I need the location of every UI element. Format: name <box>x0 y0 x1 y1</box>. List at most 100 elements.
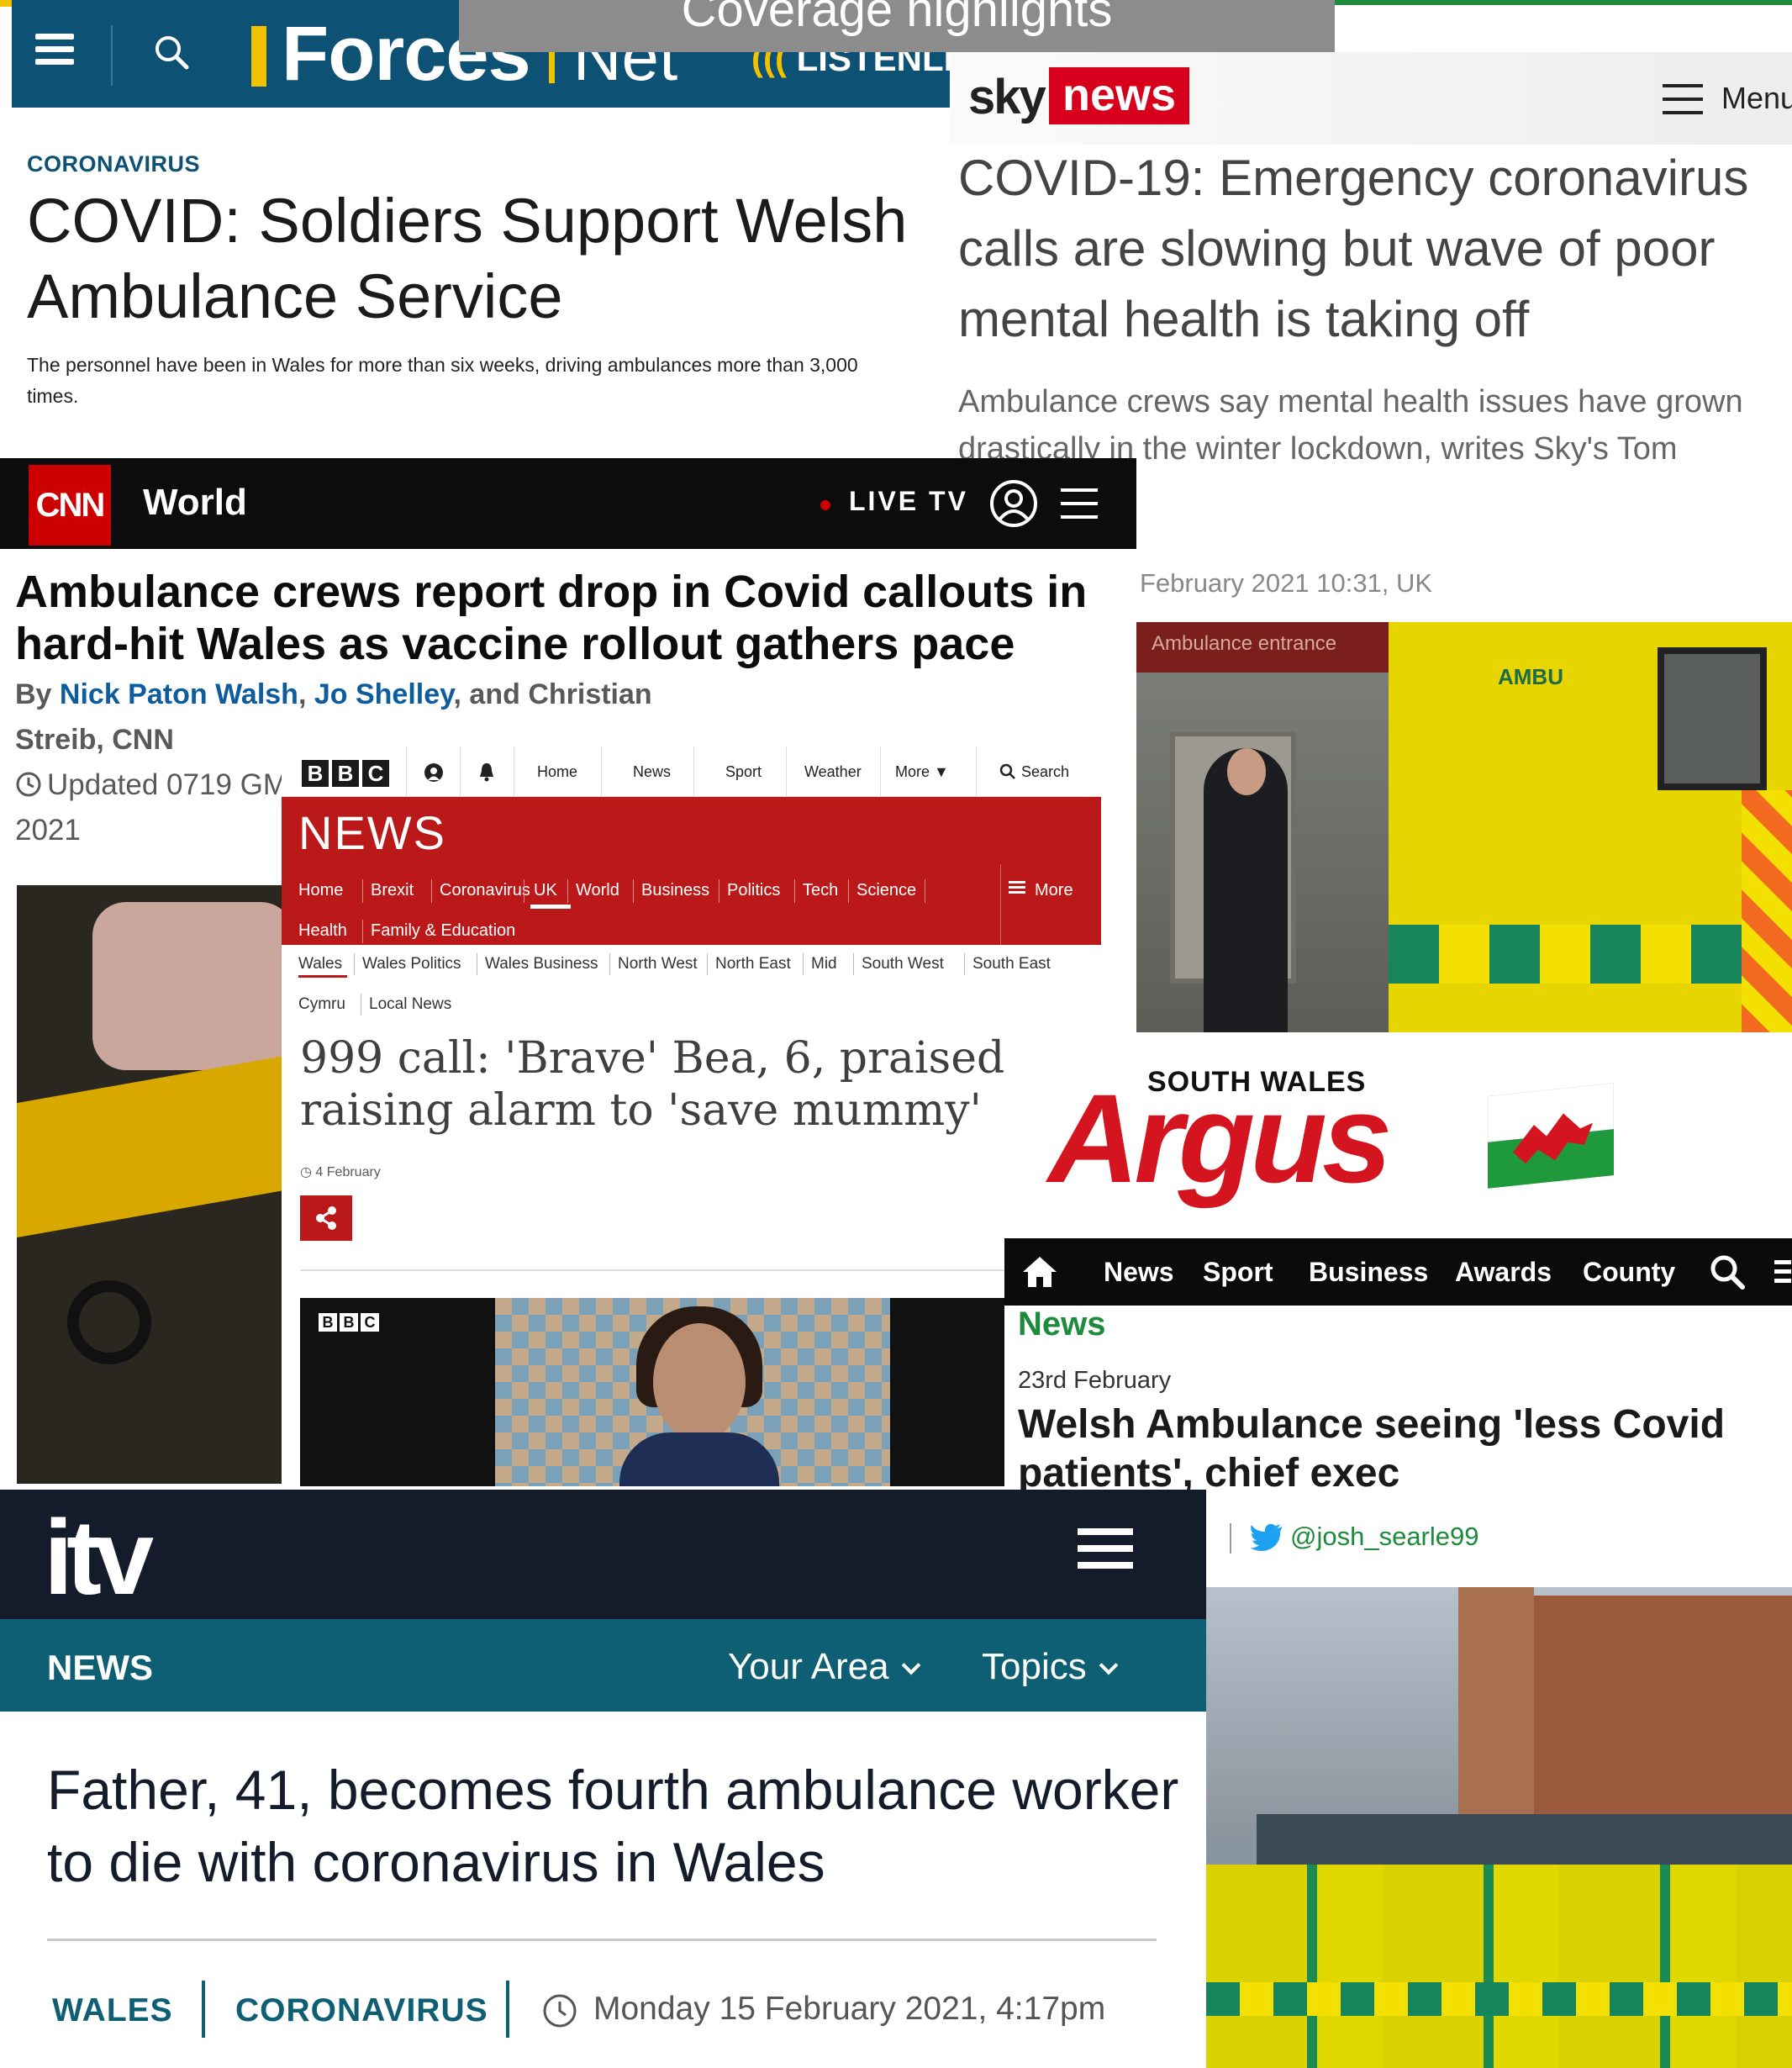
itv-news-label[interactable]: NEWS <box>47 1648 153 1688</box>
article-headline: Father, 41, becomes fourth ambulance wor… <box>47 1759 1179 1893</box>
section-label[interactable]: World <box>143 482 247 524</box>
subnav-world[interactable]: World <box>576 881 619 900</box>
twitter-handle-link[interactable]: @josh_searle99 <box>1290 1522 1479 1552</box>
home-icon[interactable] <box>1021 1255 1058 1289</box>
regional-local-news[interactable]: Local News <box>369 995 451 1014</box>
nav-county[interactable]: County <box>1583 1257 1675 1288</box>
article-headline: COVID-19: Emergency coronavirus calls ar… <box>958 150 1749 347</box>
regional-north-west[interactable]: North West <box>618 955 698 973</box>
stretcher-frame <box>17 1053 294 1238</box>
cnn-logo[interactable]: CNN <box>29 465 111 546</box>
share-icon <box>316 1206 336 1230</box>
nav-business[interactable]: Business <box>1309 1257 1428 1288</box>
ambulance-lettering: AMBU <box>1498 664 1563 689</box>
subnav-business[interactable]: Business <box>641 881 709 900</box>
bbc-news-panel: BBC Home News Sport Weather More ▼ Searc… <box>282 746 1101 1486</box>
account-icon[interactable] <box>423 762 445 783</box>
sky-logo[interactable]: sky <box>968 69 1046 125</box>
bbc-news-title[interactable]: NEWS <box>298 805 446 860</box>
itv-logo[interactable]: itv <box>44 1496 154 1618</box>
bbc-nav-home[interactable]: Home <box>537 763 577 781</box>
subnav-politics[interactable]: Politics <box>727 881 780 900</box>
search-icon[interactable] <box>1709 1253 1746 1290</box>
section-label[interactable]: News <box>1018 1306 1106 1343</box>
subnav-tech[interactable]: Tech <box>803 881 838 900</box>
bbc-nav-news[interactable]: News <box>633 763 671 781</box>
subnav-science[interactable]: Science <box>856 881 916 900</box>
regional-wales[interactable]: Wales <box>298 955 342 973</box>
search-icon[interactable] <box>999 763 1016 780</box>
clock-icon <box>16 772 41 797</box>
user-account-icon[interactable] <box>988 478 1039 529</box>
subnav-health[interactable]: Health <box>298 921 347 941</box>
subnav-uk[interactable]: UK <box>534 881 557 900</box>
cnn-header: CNN World LIVE TV <box>0 458 1136 549</box>
header-divider <box>111 25 113 86</box>
menu-label[interactable]: Menu <box>1721 81 1792 116</box>
subnav-coronavirus[interactable]: Coronavirus <box>440 881 530 900</box>
byline-divider <box>1230 1523 1231 1554</box>
article-kicker[interactable]: CORONAVIRUS <box>27 151 200 177</box>
your-area-dropdown[interactable]: Your Area <box>728 1646 920 1688</box>
forces-net-panel: ForcesNet ((( LISTENLIVE CORONAVIRUS COV… <box>0 0 954 458</box>
battenburg-markings <box>1206 1982 1792 2016</box>
share-button[interactable] <box>300 1195 352 1241</box>
bbc-top-nav: BBC Home News Sport Weather More ▼ Searc… <box>282 746 1101 797</box>
stretcher-wheel <box>67 1280 151 1364</box>
stretcher-photo <box>17 885 294 1484</box>
regional-wales-politics[interactable]: Wales Politics <box>362 955 461 973</box>
notification-bell-icon[interactable] <box>477 762 497 782</box>
hamburger-menu-icon[interactable] <box>1663 84 1703 114</box>
video-player[interactable]: BBC <box>300 1298 1101 1486</box>
search-icon[interactable] <box>153 34 190 71</box>
author-link[interactable]: Nick Paton Walsh <box>60 678 298 710</box>
chevron-markings <box>1742 790 1792 1032</box>
subnav-family-education[interactable]: Family & Education <box>371 921 515 941</box>
canopy-roof <box>1257 1814 1792 1865</box>
article-standfirst: The personnel have been in Wales for mor… <box>27 354 858 407</box>
bbc-video-logo: BBC <box>319 1313 379 1332</box>
nav-news[interactable]: News <box>1104 1257 1174 1288</box>
regional-mid[interactable]: Mid <box>811 955 837 973</box>
bbc-nav-sport[interactable]: Sport <box>725 763 762 781</box>
tag-wales[interactable]: WALES <box>52 1992 173 2029</box>
bbc-nav-search[interactable]: Search <box>1021 763 1069 781</box>
sky-news-logo[interactable]: news <box>1049 67 1190 124</box>
paramedic-face <box>1227 748 1266 795</box>
hamburger-menu-icon[interactable] <box>1078 1528 1133 1574</box>
hamburger-menu-icon[interactable] <box>1009 881 1025 894</box>
article-updated: Updated 0719 GM 2021 <box>15 768 288 847</box>
hamburger-menu-icon[interactable] <box>1061 488 1098 519</box>
live-tv-link[interactable]: LIVE TV <box>849 486 968 517</box>
regional-cymru[interactable]: Cymru <box>298 995 345 1014</box>
regional-south-east[interactable]: South East <box>972 955 1051 973</box>
sky-header: sky news Menu <box>950 52 1792 145</box>
caret-down-icon: ▼ <box>934 763 949 780</box>
content-divider <box>47 1939 1157 1941</box>
hamburger-menu-icon[interactable] <box>35 34 74 66</box>
article-headline: 999 call: 'Brave' Bea, 6, praised raisin… <box>300 1033 1005 1136</box>
bbc-nav-weather[interactable]: Weather <box>804 763 862 781</box>
article-headline: COVID: Soldiers Support Welsh Ambulance … <box>27 186 908 331</box>
nav-awards[interactable]: Awards <box>1455 1257 1552 1288</box>
article-headline: Ambulance crews report drop in Covid cal… <box>15 567 1088 669</box>
subnav-home[interactable]: Home <box>298 881 343 900</box>
bbc-nav-more[interactable]: More ▼ <box>895 763 949 781</box>
regional-south-west[interactable]: South West <box>862 955 944 973</box>
nav-sport[interactable]: Sport <box>1203 1257 1273 1288</box>
topics-dropdown[interactable]: Topics <box>982 1646 1119 1688</box>
subnav-brexit[interactable]: Brexit <box>371 881 414 900</box>
subnav-more[interactable]: More <box>1035 881 1073 900</box>
green-accent-line <box>1335 0 1792 5</box>
content-divider <box>300 1269 1101 1271</box>
hamburger-menu-icon[interactable] <box>1774 1260 1791 1284</box>
bbc-logo[interactable]: BBC <box>302 760 389 787</box>
hospital-ambulances-photo <box>1206 1587 1792 2068</box>
regional-north-east[interactable]: North East <box>715 955 791 973</box>
author-link[interactable]: Jo Shelley <box>314 678 454 710</box>
tag-coronavirus[interactable]: CORONAVIRUS <box>235 1992 488 2029</box>
clock-icon: ◷ <box>300 1165 312 1179</box>
twitter-bird-icon[interactable] <box>1250 1523 1283 1552</box>
patient-blanket <box>92 902 294 1070</box>
regional-wales-business[interactable]: Wales Business <box>485 955 598 973</box>
